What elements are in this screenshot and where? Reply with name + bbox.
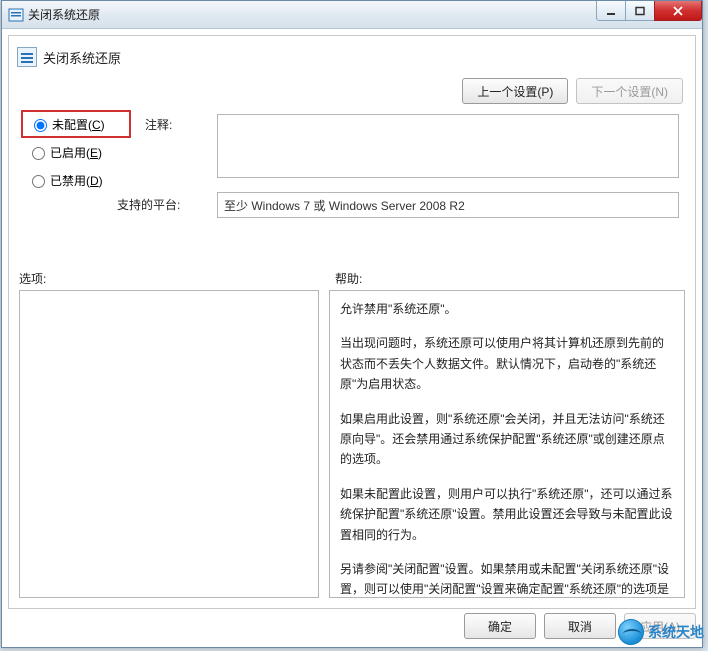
next-setting-button: 下一个设置(N)	[576, 78, 683, 104]
radio-not-configured[interactable]: 未配置(C)	[21, 110, 131, 138]
help-text: 允许禁用"系统还原"。	[340, 299, 674, 319]
policy-icon	[17, 47, 37, 67]
platform-value: 至少 Windows 7 或 Windows Server 2008 R2	[224, 199, 465, 213]
previous-setting-button[interactable]: 上一个设置(P)	[462, 78, 568, 104]
help-text: 如果未配置此设置，则用户可以执行"系统还原"，还可以通过系统保护配置"系统还原"…	[340, 484, 674, 545]
policy-header: 关闭系统还原	[17, 44, 687, 70]
radio-disabled-input[interactable]	[32, 175, 45, 188]
state-radio-group: 未配置(C) 已启用(E) 已禁用(D)	[21, 110, 131, 194]
dialog-footer: 确定 取消 应用(A)	[8, 611, 696, 641]
cancel-button[interactable]: 取消	[544, 613, 616, 639]
apply-button: 应用(A)	[624, 613, 696, 639]
close-button[interactable]	[654, 1, 702, 21]
radio-not-configured-label: 未配置(C)	[52, 116, 105, 133]
policy-title: 关闭系统还原	[43, 48, 121, 67]
help-text: 当出现问题时，系统还原可以使用户将其计算机还原到先前的状态而不丢失个人数据文件。…	[340, 333, 674, 394]
options-label: 选项:	[19, 270, 46, 287]
ok-label: 确定	[488, 618, 512, 635]
next-setting-label: 下一个设置(N)	[591, 83, 668, 100]
help-text: 如果启用此设置，则"系统还原"会关闭，并且无法访问"系统还原向导"。还会禁用通过…	[340, 409, 674, 470]
window-title: 关闭系统还原	[28, 6, 100, 23]
apply-label: 应用(A)	[640, 618, 680, 635]
previous-setting-label: 上一个设置(P)	[477, 83, 553, 100]
radio-enabled[interactable]: 已启用(E)	[21, 138, 131, 166]
radio-enabled-input[interactable]	[32, 147, 45, 160]
radio-disabled[interactable]: 已禁用(D)	[21, 166, 131, 194]
cancel-label: 取消	[568, 618, 592, 635]
comment-textarea[interactable]	[217, 114, 679, 178]
radio-disabled-label: 已禁用(D)	[50, 172, 103, 189]
ok-button[interactable]: 确定	[464, 613, 536, 639]
minimize-button[interactable]	[596, 1, 626, 21]
comment-label: 注释:	[145, 116, 172, 133]
help-panel[interactable]: 允许禁用"系统还原"。 当出现问题时，系统还原可以使用户将其计算机还原到先前的状…	[329, 290, 685, 598]
dialog-window: 关闭系统还原 关闭系统还原 上一个设置(P) 下一个设置(N) 未配置(C	[1, 0, 703, 648]
app-icon	[8, 7, 24, 23]
help-text: 另请参阅"关闭配置"设置。如果禁用或未配置"关闭系统还原"设置，则可以使用"关闭…	[340, 559, 674, 598]
options-panel	[19, 290, 319, 598]
radio-not-configured-input[interactable]	[34, 119, 47, 132]
window-controls	[597, 1, 702, 21]
maximize-button[interactable]	[625, 1, 655, 21]
platform-field: 至少 Windows 7 或 Windows Server 2008 R2	[217, 192, 679, 218]
radio-enabled-label: 已启用(E)	[50, 144, 102, 161]
platform-label: 支持的平台:	[117, 196, 180, 213]
titlebar[interactable]: 关闭系统还原	[2, 1, 702, 29]
nav-buttons: 上一个设置(P) 下一个设置(N)	[462, 78, 683, 104]
content-panel: 关闭系统还原 上一个设置(P) 下一个设置(N) 未配置(C) 已启用(E) 已…	[8, 35, 696, 609]
help-label: 帮助:	[335, 270, 362, 287]
